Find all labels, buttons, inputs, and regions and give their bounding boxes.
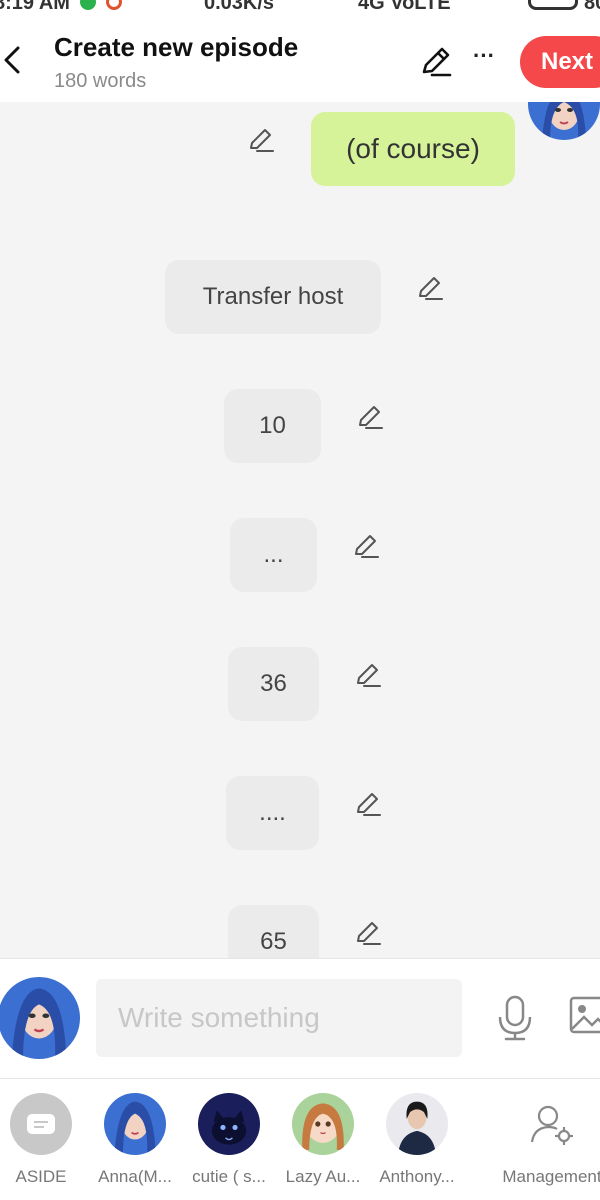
message-bubble[interactable]: (of course)	[311, 112, 515, 186]
edit-message-button[interactable]	[356, 403, 384, 431]
page-title: Create new episode	[54, 32, 299, 62]
chevron-left-icon	[4, 46, 20, 74]
word-count: 180 words	[54, 70, 147, 92]
character-avatar	[386, 1093, 448, 1155]
edit-message-button[interactable]	[416, 274, 444, 302]
edit-message-button[interactable]	[354, 919, 382, 947]
pencil-icon	[357, 793, 381, 816]
character-anna[interactable]: Anna(M...	[90, 1093, 180, 1187]
management-button[interactable]: Management	[500, 1093, 600, 1187]
more-options-button[interactable]: ···	[468, 44, 500, 76]
message-bubble[interactable]: ....	[226, 776, 319, 850]
network-type: 4G VoLTE	[358, 0, 451, 14]
my-avatar[interactable]	[528, 102, 600, 140]
character-anthony[interactable]: Anthony...	[372, 1093, 462, 1187]
notification-icon	[106, 0, 122, 10]
status-time: 8:19 AM	[0, 0, 70, 14]
character-name: Anthony...	[379, 1167, 455, 1186]
character-lazy[interactable]: Lazy Au...	[278, 1093, 368, 1187]
voice-button[interactable]	[494, 995, 536, 1041]
character-avatar	[198, 1093, 260, 1155]
character-name: Management	[502, 1167, 600, 1186]
image-icon	[569, 996, 600, 1034]
pencil-icon	[419, 277, 443, 300]
battery-icon	[528, 0, 578, 10]
selected-character-avatar[interactable]	[0, 977, 80, 1059]
image-button[interactable]	[568, 995, 600, 1035]
message-bubble[interactable]: 10	[224, 389, 321, 463]
avatar-portrait-image	[0, 977, 80, 1059]
edit-message-button[interactable]	[247, 126, 275, 154]
edit-title-button[interactable]	[418, 44, 454, 80]
pencil-icon	[359, 406, 383, 429]
back-button[interactable]	[0, 40, 24, 80]
character-name: Lazy Au...	[285, 1167, 361, 1186]
edit-message-button[interactable]	[352, 532, 380, 560]
composer-bar: Write something	[0, 958, 600, 1078]
app-header: Create new episode 180 words ··· Next	[0, 18, 600, 102]
pencil-icon	[422, 47, 452, 77]
edit-message-button[interactable]	[354, 661, 382, 689]
status-bar: 8:19 AM 0.03K/s 4G VoLTE 80	[0, 0, 600, 18]
pencil-icon	[357, 664, 381, 687]
character-bar: ASIDE Anna(M... cutie ( s... Lazy Au... …	[0, 1078, 600, 1200]
message-bubble[interactable]: 36	[228, 647, 319, 721]
network-speed: 0.03K/s	[204, 0, 275, 14]
character-name: ASIDE	[15, 1167, 67, 1186]
microphone-icon	[498, 995, 532, 1041]
chat-area[interactable]: (of course) Transfer host 10 ... 36 ....	[0, 102, 600, 958]
pencil-icon	[250, 129, 274, 152]
message-input[interactable]: Write something	[96, 979, 462, 1057]
character-cutie[interactable]: cutie ( s...	[184, 1093, 274, 1187]
whatsapp-icon	[80, 0, 96, 10]
character-avatar	[104, 1093, 166, 1155]
aside-icon	[10, 1093, 72, 1155]
message-bubble[interactable]: ...	[230, 518, 317, 592]
edit-message-button[interactable]	[354, 790, 382, 818]
next-button[interactable]: Next	[520, 36, 600, 88]
message-bubble[interactable]: 65	[228, 905, 319, 958]
avatar-portrait-image	[528, 102, 600, 140]
message-bubble[interactable]: Transfer host	[165, 260, 381, 334]
pencil-icon	[355, 535, 379, 558]
character-aside[interactable]: ASIDE	[0, 1093, 86, 1187]
character-name: Anna(M...	[98, 1167, 172, 1186]
character-name: cutie ( s...	[192, 1167, 266, 1186]
pencil-icon	[357, 922, 381, 945]
person-settings-icon	[521, 1093, 583, 1155]
character-avatar	[292, 1093, 354, 1155]
battery-level: 80	[584, 0, 600, 14]
